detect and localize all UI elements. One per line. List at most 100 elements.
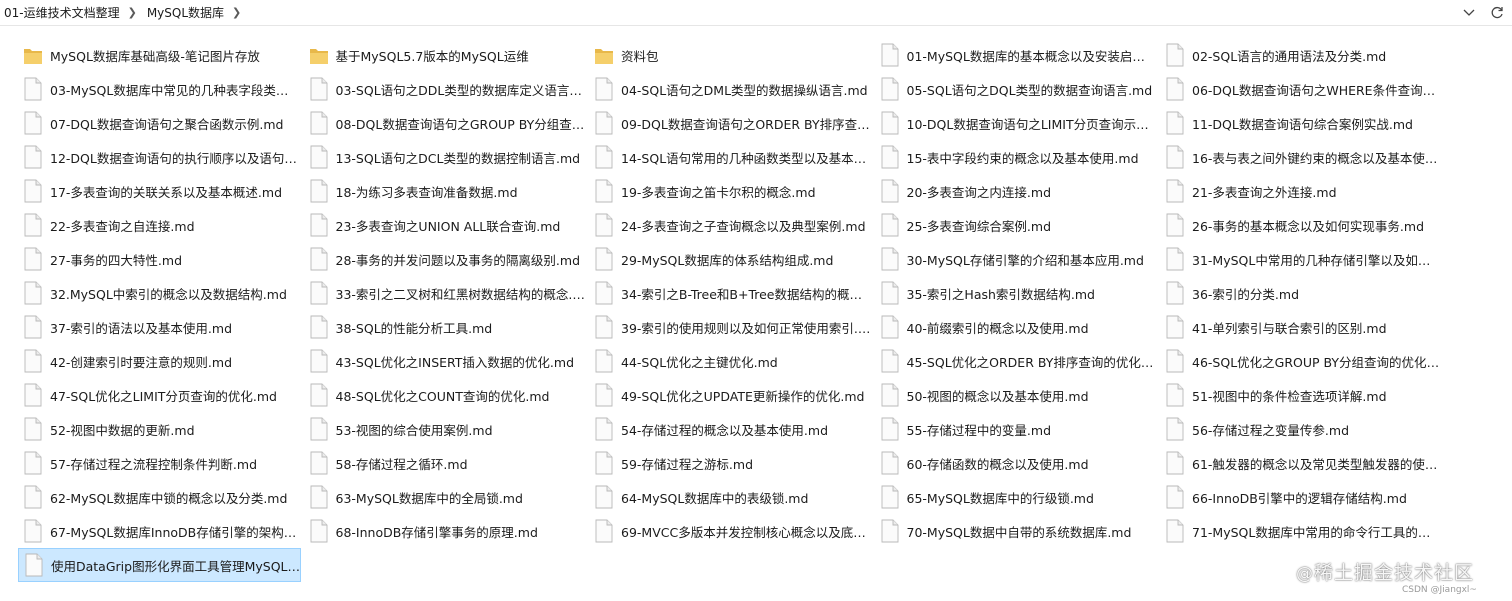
file-item[interactable]: 52-视图中数据的更新.md xyxy=(18,412,304,446)
item-label: 34-索引之B-Tree和B+Tree数据结构的概念.md xyxy=(621,286,871,302)
file-item[interactable]: 19-多表查询之笛卡尔积的概念.md xyxy=(589,174,875,208)
file-item[interactable]: 03-SQL语句之DDL类型的数据库定义语言.md xyxy=(304,72,590,106)
refresh-icon[interactable] xyxy=(1484,0,1510,26)
file-item[interactable]: 48-SQL优化之COUNT查询的优化.md xyxy=(304,378,590,412)
file-item[interactable]: 29-MySQL数据库的体系结构组成.md xyxy=(589,242,875,276)
file-item[interactable]: 26-事务的基本概念以及如何实现事务.md xyxy=(1160,208,1446,242)
breadcrumb-item-current[interactable]: MySQL数据库 xyxy=(145,4,226,21)
file-icon xyxy=(308,76,330,102)
file-icon xyxy=(593,178,615,204)
file-item[interactable]: 20-多表查询之内连接.md xyxy=(875,174,1161,208)
file-item[interactable]: 24-多表查询之子查询概念以及典型案例.md xyxy=(589,208,875,242)
file-item[interactable]: 50-视图的概念以及基本使用.md xyxy=(875,378,1161,412)
file-item[interactable]: 64-MySQL数据库中的表级锁.md xyxy=(589,480,875,514)
file-item[interactable]: 54-存储过程的概念以及基本使用.md xyxy=(589,412,875,446)
item-label: 63-MySQL数据库中的全局锁.md xyxy=(335,490,523,506)
file-item[interactable]: 58-存储过程之循环.md xyxy=(304,446,590,480)
file-item[interactable]: 44-SQL优化之主键优化.md xyxy=(589,344,875,378)
file-item[interactable]: 63-MySQL数据库中的全局锁.md xyxy=(304,480,590,514)
file-item[interactable]: 33-索引之二叉树和红黑树数据结构的概念.md xyxy=(304,276,590,310)
file-item[interactable]: 01-MySQL数据库的基本概念以及安装启动.md xyxy=(875,38,1161,72)
file-item[interactable]: 56-存储过程之变量传参.md xyxy=(1160,412,1446,446)
file-item[interactable]: 12-DQL数据查询语句的执行顺序以及语句汇... xyxy=(18,140,304,174)
file-item[interactable]: 36-索引的分类.md xyxy=(1160,276,1446,310)
file-item[interactable]: 39-索引的使用规则以及如何正常使用索引.md xyxy=(589,310,875,344)
file-item[interactable]: 使用DataGrip图形化界面工具管理MySQL数... xyxy=(18,548,301,582)
file-item[interactable]: 04-SQL语句之DML类型的数据操纵语言.md xyxy=(589,72,875,106)
file-item[interactable]: 30-MySQL存储引擎的介绍和基本应用.md xyxy=(875,242,1161,276)
file-item[interactable]: 21-多表查询之外连接.md xyxy=(1160,174,1446,208)
file-item[interactable]: 03-MySQL数据库中常见的几种表字段类型.md xyxy=(18,72,304,106)
file-item[interactable]: 51-视图中的条件检查选项详解.md xyxy=(1160,378,1446,412)
file-item[interactable]: 22-多表查询之自连接.md xyxy=(18,208,304,242)
file-item[interactable]: 15-表中字段约束的概念以及基本使用.md xyxy=(875,140,1161,174)
file-item[interactable]: 68-InnoDB存储引擎事务的原理.md xyxy=(304,514,590,548)
file-item[interactable]: 31-MySQL中常用的几种存储引擎以及如何选... xyxy=(1160,242,1446,276)
file-item[interactable]: 35-索引之Hash索引数据结构.md xyxy=(875,276,1161,310)
file-item[interactable]: 41-单列索引与联合索引的区别.md xyxy=(1160,310,1446,344)
file-item[interactable]: 13-SQL语句之DCL类型的数据控制语言.md xyxy=(304,140,590,174)
breadcrumb-separator-icon[interactable]: ❯ xyxy=(232,7,241,18)
file-item[interactable]: 32.MySQL中索引的概念以及数据结构.md xyxy=(18,276,304,310)
item-label: 71-MySQL数据库中常用的命令行工具的基本... xyxy=(1192,524,1442,540)
file-item[interactable]: 55-存储过程中的变量.md xyxy=(875,412,1161,446)
file-item[interactable]: 66-InnoDB引擎中的逻辑存储结构.md xyxy=(1160,480,1446,514)
chevron-down-icon[interactable] xyxy=(1456,0,1482,26)
file-item[interactable]: 02-SQL语言的通用语法及分类.md xyxy=(1160,38,1446,72)
file-icon xyxy=(593,484,615,510)
file-item[interactable]: 57-存储过程之流程控制条件判断.md xyxy=(18,446,304,480)
item-label: 41-单列索引与联合索引的区别.md xyxy=(1192,320,1387,336)
file-item[interactable]: 38-SQL的性能分析工具.md xyxy=(304,310,590,344)
file-item[interactable]: 34-索引之B-Tree和B+Tree数据结构的概念.md xyxy=(589,276,875,310)
folder-item[interactable]: MySQL数据库基础高级-笔记图片存放 xyxy=(18,38,304,72)
file-item[interactable]: 17-多表查询的关联关系以及基本概述.md xyxy=(18,174,304,208)
file-item[interactable]: 65-MySQL数据库中的行级锁.md xyxy=(875,480,1161,514)
file-icon xyxy=(879,178,901,204)
file-item[interactable]: 08-DQL数据查询语句之GROUP BY分组查询... xyxy=(304,106,590,140)
file-item[interactable]: 07-DQL数据查询语句之聚合函数示例.md xyxy=(18,106,304,140)
file-item[interactable]: 06-DQL数据查询语句之WHERE条件查询示例.... xyxy=(1160,72,1446,106)
breadcrumb-separator-icon[interactable]: ❯ xyxy=(128,7,137,18)
file-item[interactable]: 09-DQL数据查询语句之ORDER BY排序查询示... xyxy=(589,106,875,140)
file-icon xyxy=(1164,76,1186,102)
file-item[interactable]: 28-事务的并发问题以及事务的隔离级别.md xyxy=(304,242,590,276)
file-item[interactable]: 70-MySQL数据中自带的系统数据库.md xyxy=(875,514,1161,548)
file-item[interactable]: 60-存储函数的概念以及使用.md xyxy=(875,446,1161,480)
item-label: 26-事务的基本概念以及如何实现事务.md xyxy=(1192,218,1425,234)
file-item[interactable]: 10-DQL数据查询语句之LIMIT分页查询示例.md xyxy=(875,106,1161,140)
file-item[interactable]: 11-DQL数据查询语句综合案例实战.md xyxy=(1160,106,1446,140)
file-item[interactable]: 59-存储过程之游标.md xyxy=(589,446,875,480)
file-item[interactable]: 42-创建索引时要注意的规则.md xyxy=(18,344,304,378)
file-item[interactable]: 53-视图的综合使用案例.md xyxy=(304,412,590,446)
address-bar[interactable]: 01-运维技术文档整理 ❯ MySQL数据库 ❯ xyxy=(0,0,1512,26)
file-item[interactable]: 05-SQL语句之DQL类型的数据查询语言.md xyxy=(875,72,1161,106)
file-icon xyxy=(593,518,615,544)
file-item[interactable]: 27-事务的四大特性.md xyxy=(18,242,304,276)
file-item[interactable]: 47-SQL优化之LIMIT分页查询的优化.md xyxy=(18,378,304,412)
file-item[interactable]: 67-MySQL数据库InnoDB存储引擎的架构.md xyxy=(18,514,304,548)
file-icon xyxy=(22,314,44,340)
item-label: 20-多表查询之内连接.md xyxy=(906,184,1052,200)
folder-item[interactable]: 基于MySQL5.7版本的MySQL运维 xyxy=(304,38,590,72)
file-item[interactable]: 18-为练习多表查询准备数据.md xyxy=(304,174,590,208)
file-item[interactable]: 37-索引的语法以及基本使用.md xyxy=(18,310,304,344)
file-item[interactable]: 40-前缀索引的概念以及使用.md xyxy=(875,310,1161,344)
item-label: 40-前缀索引的概念以及使用.md xyxy=(906,320,1089,336)
file-item[interactable]: 45-SQL优化之ORDER BY排序查询的优化.md xyxy=(875,344,1161,378)
file-icon xyxy=(879,450,901,476)
file-item[interactable]: 62-MySQL数据库中锁的概念以及分类.md xyxy=(18,480,304,514)
file-item[interactable]: 23-多表查询之UNION ALL联合查询.md xyxy=(304,208,590,242)
file-item[interactable]: 69-MVCC多版本并发控制核心概念以及底层原... xyxy=(589,514,875,548)
file-item[interactable]: 16-表与表之间外键约束的概念以及基本使用.... xyxy=(1160,140,1446,174)
breadcrumb-item-root[interactable]: 01-运维技术文档整理 xyxy=(2,4,122,21)
file-item[interactable]: 14-SQL语句常用的几种函数类型以及基本使用... xyxy=(589,140,875,174)
item-label: 46-SQL优化之GROUP BY分组查询的优化.md xyxy=(1192,354,1442,370)
file-item[interactable]: 71-MySQL数据库中常用的命令行工具的基本... xyxy=(1160,514,1446,548)
file-item[interactable]: 61-触发器的概念以及常见类型触发器的使用.... xyxy=(1160,446,1446,480)
file-item[interactable]: 46-SQL优化之GROUP BY分组查询的优化.md xyxy=(1160,344,1446,378)
file-item[interactable]: 43-SQL优化之INSERT插入数据的优化.md xyxy=(304,344,590,378)
file-item[interactable]: 49-SQL优化之UPDATE更新操作的优化.md xyxy=(589,378,875,412)
file-item[interactable]: 25-多表查询综合案例.md xyxy=(875,208,1161,242)
folder-item[interactable]: 资料包 xyxy=(589,38,875,72)
file-icon xyxy=(1164,314,1186,340)
